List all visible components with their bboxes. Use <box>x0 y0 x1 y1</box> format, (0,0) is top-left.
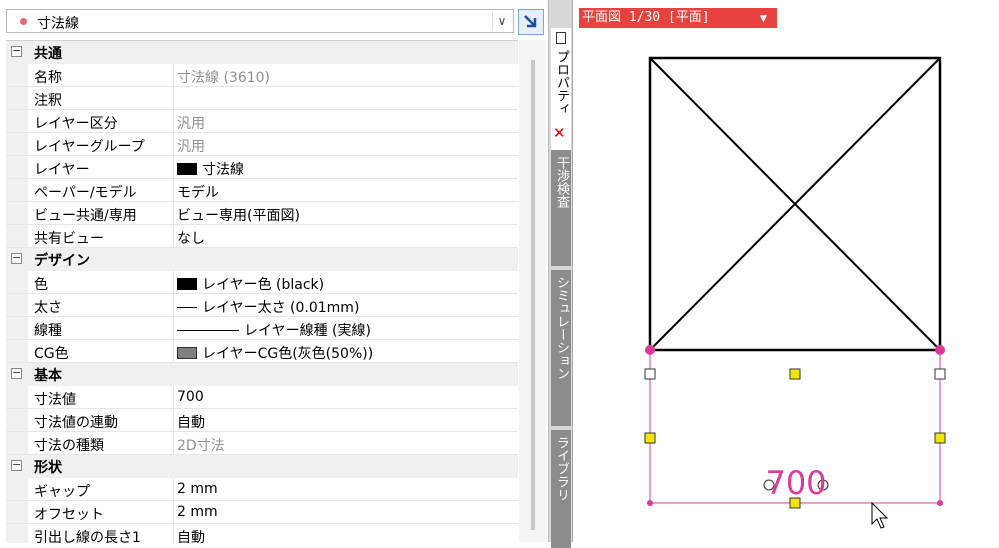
dimension-text[interactable]: 700 <box>765 464 826 502</box>
prop-row-color[interactable]: 色 レイヤー色 (black) <box>6 271 518 294</box>
property-grid: − 共通 名称 寸法線 (3610) 注釈 レイヤー区分 汎用 レイヤーグループ… <box>6 40 518 543</box>
side-tab-strip: プロパティ ✕ 干渉検査 シミュレーション ライブラリ <box>548 0 572 548</box>
prop-row-view-common[interactable]: ビュー共通/専用 ビュー専用(平面図) <box>6 202 518 225</box>
tab-interference[interactable]: 干渉検査 <box>551 150 571 266</box>
line-weight-icon <box>177 307 197 308</box>
gray-swatch-icon <box>177 347 197 359</box>
category-common[interactable]: − 共通 <box>6 41 518 64</box>
prop-row-name[interactable]: 名称 寸法線 (3610) <box>6 64 518 87</box>
object-type-select[interactable]: 寸法線 ∨ <box>6 9 514 33</box>
tab-library[interactable]: ライブラリ <box>551 430 571 548</box>
select-arrow-button[interactable] <box>518 9 544 35</box>
box-element[interactable] <box>648 56 942 352</box>
chevron-down-icon[interactable]: ∨ <box>492 12 511 30</box>
prop-row-dim-type[interactable]: 寸法の種類 2D寸法 <box>6 432 518 455</box>
scrollbar-thumb[interactable] <box>531 60 535 530</box>
properties-panel: 寸法線 ∨ − 共通 名称 寸法線 (3610) 注釈 レイヤー区分 汎用 レイ… <box>0 0 548 543</box>
category-basic[interactable]: − 基本 <box>6 363 518 386</box>
prop-row-paper-model[interactable]: ペーパー/モデル モデル <box>6 179 518 202</box>
collapse-icon[interactable]: − <box>11 459 22 471</box>
prop-row-weight[interactable]: 太さ レイヤー太さ (0.01mm) <box>6 294 518 317</box>
endpoint-handle[interactable] <box>937 500 943 506</box>
prop-row-note[interactable]: 注釈 <box>6 87 518 110</box>
black-swatch-icon <box>177 163 197 175</box>
grip-handle[interactable] <box>934 368 946 380</box>
solid-line-icon <box>177 330 239 331</box>
tab-simulation[interactable]: シミュレーション <box>551 270 571 426</box>
prop-row-leader-len[interactable]: 引出し線の長さ1 自動 <box>6 524 518 543</box>
prop-row-gap[interactable]: ギャップ 2 mm <box>6 478 518 501</box>
drawing-canvas[interactable]: 700 <box>573 0 999 542</box>
prop-row-layer-div[interactable]: レイヤー区分 汎用 <box>6 110 518 133</box>
black-swatch-icon <box>177 278 197 290</box>
mouse-cursor-icon <box>871 501 889 529</box>
plan-view-window[interactable]: 平面図 1/30 [平面] ▼ 700 <box>572 0 999 542</box>
close-icon[interactable]: ✕ <box>553 124 566 142</box>
pin-icon <box>556 32 566 44</box>
endpoint-handle[interactable] <box>647 500 653 506</box>
prop-row-layer[interactable]: レイヤー 寸法線 <box>6 156 518 179</box>
endpoint-handle[interactable] <box>645 345 655 355</box>
category-design[interactable]: − デザイン <box>6 248 518 271</box>
grip-handle[interactable] <box>644 368 656 380</box>
object-dot-icon <box>20 18 27 25</box>
prop-row-cg-color[interactable]: CG色 レイヤーCG色(灰色(50%)) <box>6 340 518 363</box>
collapse-icon[interactable]: − <box>11 45 22 57</box>
object-type-label: 寸法線 <box>37 16 79 32</box>
collapse-icon[interactable]: − <box>11 252 22 264</box>
grip-handle[interactable] <box>644 432 656 444</box>
prop-row-layer-group[interactable]: レイヤーグループ 汎用 <box>6 133 518 156</box>
prop-row-dim-value[interactable]: 寸法値 700 <box>6 386 518 409</box>
prop-row-dim-link[interactable]: 寸法値の連動 自動 <box>6 409 518 432</box>
endpoint-handle[interactable] <box>935 345 945 355</box>
prop-row-shared-view[interactable]: 共有ビュー なし <box>6 225 518 248</box>
category-shape[interactable]: − 形状 <box>6 455 518 478</box>
grip-handle[interactable] <box>789 368 801 380</box>
prop-row-linetype[interactable]: 線種 レイヤー線種 (実線) <box>6 317 518 340</box>
prop-row-offset[interactable]: オフセット 2 mm <box>6 501 518 524</box>
grip-handle[interactable] <box>934 432 946 444</box>
property-scrollbar[interactable] <box>519 40 546 542</box>
select-arrow-icon <box>524 15 537 28</box>
collapse-icon[interactable]: − <box>11 367 22 379</box>
